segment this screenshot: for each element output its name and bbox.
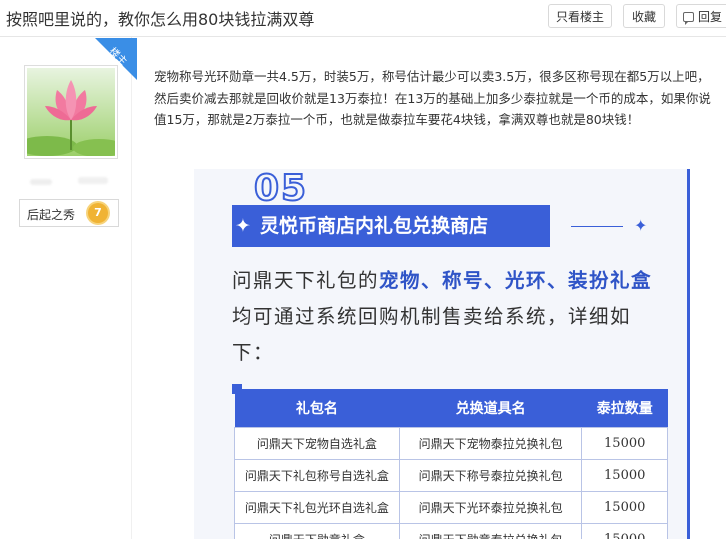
only-op-button[interactable]: 只看楼主 bbox=[548, 4, 612, 28]
desc-highlight: 宠物、称号、光环、装扮礼盒 bbox=[379, 269, 653, 292]
table-cell: 问鼎天下光环泰拉兑换礼包 bbox=[398, 491, 583, 524]
table-cell: 问鼎天下礼包称号自选礼盒 bbox=[234, 459, 400, 492]
table-header: 兑换道具名 bbox=[399, 389, 582, 428]
op-badge: 楼主 bbox=[95, 38, 137, 80]
level-name: 后起之秀 bbox=[27, 208, 76, 222]
image-description: 问鼎天下礼包的宠物、称号、光环、装扮礼盒均可通过系统回购机制售卖给系统，详细如下… bbox=[232, 263, 672, 371]
table-cell: 问鼎天下宠物泰拉兑换礼包 bbox=[398, 427, 583, 460]
table-row: 问鼎天下宠物自选礼盒 问鼎天下宠物泰拉兑换礼包 15000 bbox=[234, 427, 668, 460]
table-cell: 问鼎天下勋章礼盒 bbox=[234, 523, 400, 539]
table-row: 问鼎天下勋章礼盒 问鼎天下勋章泰拉兑换礼包 15000 bbox=[234, 523, 668, 539]
table-cell: 问鼎天下宠物自选礼盒 bbox=[234, 427, 400, 460]
reply-button[interactable]: 回复 bbox=[676, 4, 726, 28]
author-column: 后起之秀 7 bbox=[0, 37, 130, 539]
thread-header: 按照吧里说的，教你怎么用80块钱拉满双尊 只看楼主 收藏 回复 bbox=[0, 0, 726, 37]
decor-bar bbox=[687, 169, 690, 539]
reply-icon bbox=[683, 12, 694, 25]
table-cell: 15000 bbox=[581, 523, 668, 539]
table-row: 问鼎天下礼包称号自选礼盒 问鼎天下称号泰拉兑换礼包 15000 bbox=[234, 459, 668, 492]
level-number-icon: 7 bbox=[88, 203, 108, 223]
post-body: 宠物称号光环勋章一共4.5万，时装5万，称号估计最少可以卖3.5万，很多区称号现… bbox=[154, 69, 711, 127]
sparkle-icon: ✦ bbox=[634, 216, 648, 235]
lotus-avatar-icon bbox=[27, 68, 115, 156]
desc-part1: 问鼎天下礼包的 bbox=[232, 269, 380, 292]
section-number: 05 bbox=[253, 169, 309, 210]
banner-title: 灵悦币商店内礼包兑换商店 bbox=[232, 205, 550, 247]
table-header: 礼包名 bbox=[234, 389, 400, 428]
table-cell: 15000 bbox=[581, 427, 668, 460]
desc-part2: 均可通过系统回购机制售卖给系统，详细如下： bbox=[232, 305, 632, 364]
decor-line bbox=[571, 226, 623, 227]
table-cell: 问鼎天下勋章泰拉兑换礼包 bbox=[398, 523, 583, 539]
thread-title: 按照吧里说的，教你怎么用80块钱拉满双尊 bbox=[6, 10, 315, 29]
reply-label: 回复 bbox=[698, 10, 723, 24]
table-cell: 15000 bbox=[581, 491, 668, 524]
table-header: 泰拉数量 bbox=[581, 389, 668, 428]
table-cell: 问鼎天下礼包光环自选礼盒 bbox=[234, 491, 400, 524]
table-row: 问鼎天下礼包光环自选礼盒 问鼎天下光环泰拉兑换礼包 15000 bbox=[234, 491, 668, 524]
level-badge[interactable]: 后起之秀 7 bbox=[19, 199, 119, 227]
table-cell: 15000 bbox=[581, 459, 668, 492]
post-image[interactable]: 05 灵悦币商店内礼包兑换商店 ✦ ✦ 问鼎天下礼包的宠物、称号、光环、装扮礼盒… bbox=[194, 169, 690, 539]
exchange-table: 礼包名 兑换道具名 泰拉数量 问鼎天下宠物自选礼盒 问鼎天下宠物泰拉兑换礼包 1… bbox=[234, 389, 668, 539]
table-cell: 问鼎天下称号泰拉兑换礼包 bbox=[398, 459, 583, 492]
collect-button[interactable]: 收藏 bbox=[623, 4, 665, 28]
sparkle-icon: ✦ bbox=[235, 215, 251, 237]
username-blurred[interactable] bbox=[30, 175, 110, 191]
